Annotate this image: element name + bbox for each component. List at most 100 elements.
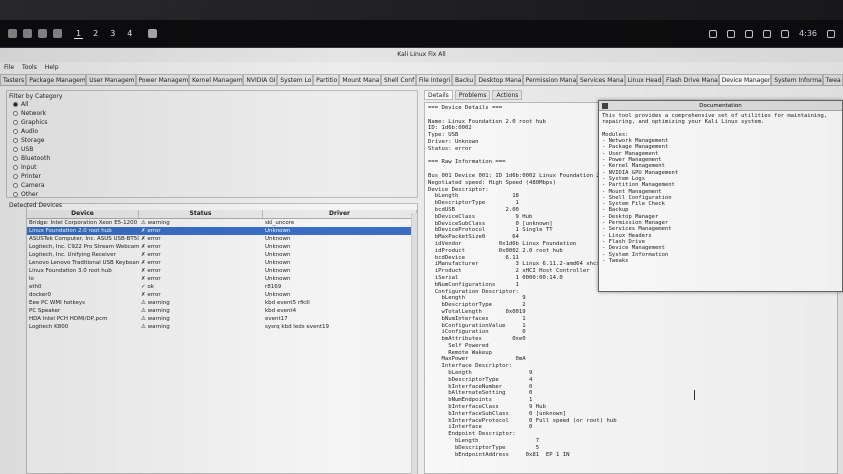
category-option[interactable]: Camera: [9, 181, 415, 190]
tab-8[interactable]: Mount Mana: [339, 74, 381, 85]
power-icon[interactable]: [827, 29, 835, 38]
radio-icon[interactable]: [13, 111, 18, 116]
clock[interactable]: 4:36: [799, 29, 817, 38]
menu-file[interactable]: File: [4, 64, 14, 71]
browser-icon[interactable]: [53, 29, 62, 38]
cell-device: HDA Intel PCH HDMI/DP,pcm: [29, 316, 108, 322]
tray-window-icon[interactable]: [709, 29, 718, 38]
tab-7[interactable]: Partitio: [313, 74, 340, 85]
workspace-2[interactable]: 2: [91, 29, 100, 39]
notification-icon[interactable]: [763, 29, 772, 38]
filter-group: Filter by Category All Network Graphics Aud…: [6, 90, 418, 198]
terminal-icon[interactable]: [38, 29, 47, 38]
system-tray: 4:36: [709, 29, 835, 38]
radio-icon[interactable]: [13, 138, 18, 143]
detail-line: Self Powered: [428, 342, 489, 349]
tab-4[interactable]: Kernel Managem: [189, 74, 244, 85]
window-button-icon[interactable]: [148, 29, 158, 38]
workspace-3[interactable]: 3: [108, 29, 117, 39]
table-row[interactable]: Linux Foundation 3.0 root hub ✗ error Unkn…: [27, 267, 417, 275]
cell-device: PC Speaker: [29, 308, 61, 314]
category-option[interactable]: Storage: [9, 136, 415, 145]
radio-icon[interactable]: [13, 120, 18, 125]
tab-0[interactable]: Tasters: [0, 74, 27, 85]
radio-icon[interactable]: [13, 183, 18, 188]
radio-icon[interactable]: [13, 192, 18, 197]
table-row[interactable]: Logitech, Inc. Unifying Receiver ✗ error U…: [27, 251, 417, 259]
radio-icon[interactable]: [13, 165, 18, 170]
cell-driver: sysrq kbd leds event19: [265, 324, 329, 330]
column-driver[interactable]: Driver: [263, 210, 417, 218]
workspace-1[interactable]: 1: [74, 29, 84, 39]
tab-11[interactable]: Backu: [452, 74, 476, 85]
table-row[interactable]: docker0 ✗ error Unknown: [27, 291, 417, 299]
cell-driver: Unknown: [265, 228, 291, 234]
category-option[interactable]: Network: [9, 109, 415, 118]
tab-6[interactable]: System Lo: [277, 74, 314, 85]
tab-18[interactable]: System Informa: [771, 74, 823, 85]
category-label: Bluetooth: [21, 155, 51, 162]
table-row[interactable]: lo ✗ error Unknown: [27, 275, 417, 283]
documentation-window[interactable]: Documentation This tool provides a compr…: [598, 100, 843, 292]
cell-status: ✗ error: [141, 292, 161, 298]
table-row[interactable]: eth0 ✓ ok r8169: [27, 283, 417, 291]
column-device[interactable]: Device: [27, 210, 139, 218]
app-menu-icon[interactable]: [8, 29, 17, 38]
table-row[interactable]: Logitech K800 ⚠ warning sysrq kbd leds eve…: [27, 323, 417, 331]
table-row[interactable]: Logitech, Inc. C922 Pro Stream Webcam ✗ e…: [27, 243, 417, 251]
devices-scrollbar[interactable]: [411, 213, 417, 474]
table-row[interactable]: HDA Intel PCH HDMI/DP,pcm ⚠ warning event1…: [27, 315, 417, 323]
menu-tools[interactable]: Tools: [22, 64, 37, 71]
tab-1[interactable]: Package Managem: [26, 74, 87, 85]
tab-15[interactable]: Linux Head: [624, 74, 663, 85]
category-option[interactable]: Printer: [9, 172, 415, 181]
tab-details[interactable]: Details: [424, 90, 453, 100]
radio-icon[interactable]: [13, 174, 18, 179]
category-option[interactable]: Other: [9, 190, 415, 199]
table-row[interactable]: Linux Foundation 2.0 root hub ✗ error Unkn…: [27, 227, 417, 235]
category-option[interactable]: Audio: [9, 127, 415, 136]
tab-9[interactable]: Shell Conf: [380, 74, 416, 85]
devices-table-header: Device Status Driver: [27, 210, 417, 219]
detail-line: iConfiguration 0: [428, 329, 526, 336]
tab-17[interactable]: Device Manager: [718, 74, 772, 85]
tab-19[interactable]: Twea: [822, 74, 843, 85]
detail-line: iInterface 0: [428, 424, 533, 431]
radio-icon[interactable]: [13, 102, 18, 107]
workspace-4[interactable]: 4: [125, 29, 134, 39]
volume-icon[interactable]: [745, 29, 754, 38]
table-row[interactable]: ASUSTek Computer, Inc. ASUS USB-BT500 ✗ e…: [27, 235, 417, 243]
tab-actions[interactable]: Actions: [492, 90, 523, 100]
tab-10[interactable]: File Integri: [415, 74, 453, 85]
tab-2[interactable]: User Managem: [86, 74, 136, 85]
window-menu-icon[interactable]: [602, 103, 608, 109]
tab-5[interactable]: NVIDIA GI: [243, 74, 278, 85]
lock-icon[interactable]: [781, 29, 790, 38]
column-status[interactable]: Status: [139, 210, 263, 218]
text-cursor-icon: [694, 390, 696, 400]
tab-problems[interactable]: Problems: [454, 90, 491, 100]
table-row[interactable]: PC Speaker ⚠ warning kbd event4: [27, 307, 417, 315]
menu-help[interactable]: Help: [45, 64, 59, 71]
files-icon[interactable]: [23, 29, 32, 38]
radio-icon[interactable]: [13, 129, 18, 134]
category-option[interactable]: USB: [9, 145, 415, 154]
radio-icon[interactable]: [13, 156, 18, 161]
radio-icon[interactable]: [13, 147, 18, 152]
tab-12[interactable]: Desktop Mana: [475, 74, 523, 85]
table-row[interactable]: Eee PC WMI hotkeys ⚠ warning kbd event5 rf…: [27, 299, 417, 307]
category-option[interactable]: Graphics: [9, 118, 415, 127]
documentation-titlebar[interactable]: Documentation: [599, 101, 842, 111]
category-label: Printer: [21, 173, 41, 180]
table-row[interactable]: Bridge: Intel Corporation Xeon E5-1200 v…: [27, 219, 417, 227]
category-option[interactable]: Bluetooth: [9, 154, 415, 163]
category-option[interactable]: Input: [9, 163, 415, 172]
tab-13[interactable]: Permission Mana: [522, 74, 577, 85]
devices-label: Detected Devices: [9, 202, 63, 209]
tab-3[interactable]: Power Managem: [135, 74, 190, 85]
network-icon[interactable]: [727, 29, 736, 38]
tab-14[interactable]: Services Mana: [576, 74, 625, 85]
category-option[interactable]: All: [9, 100, 415, 109]
table-row[interactable]: Lenovo Lenovo Traditional USB Keyboard ✗ …: [27, 259, 417, 267]
tab-16[interactable]: Flash Drive Mana: [662, 74, 719, 85]
